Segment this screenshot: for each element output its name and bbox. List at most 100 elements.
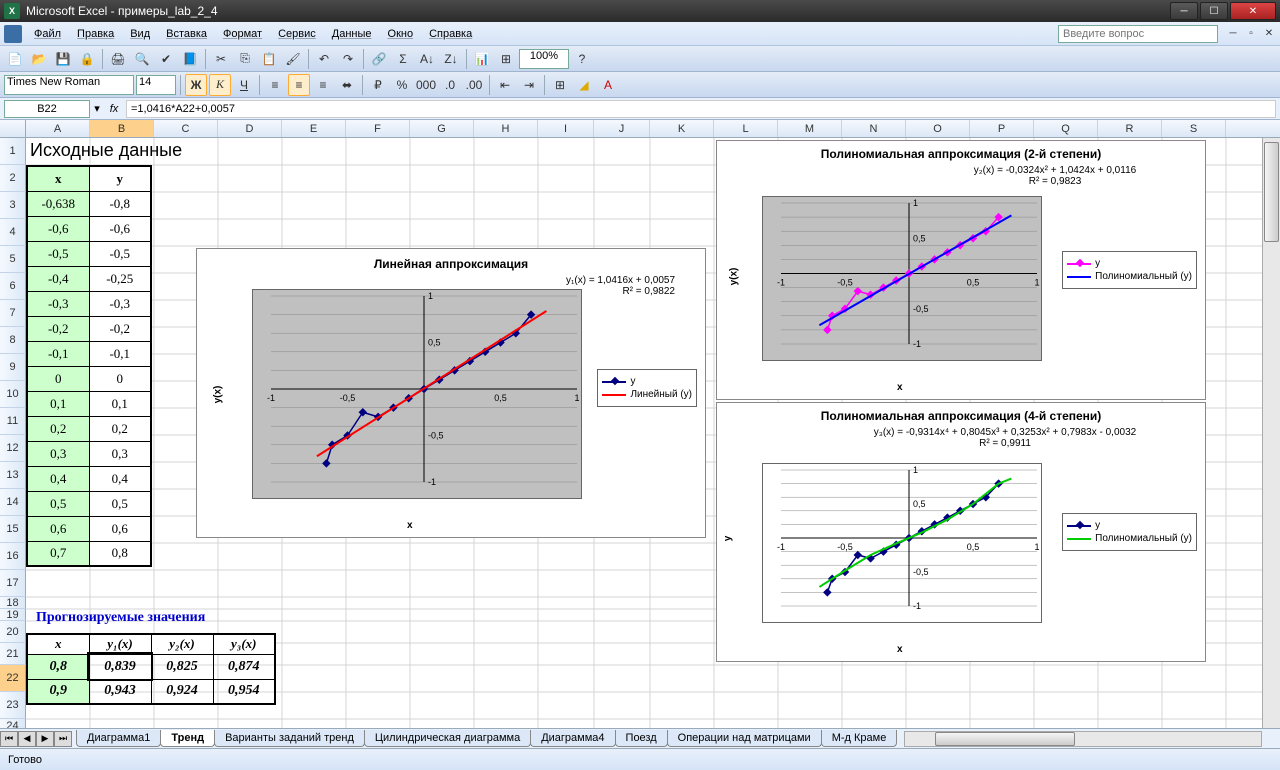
align-left-icon[interactable]: ≡	[264, 74, 286, 96]
col-header-L[interactable]: L	[714, 120, 778, 137]
menu-Справка[interactable]: Справка	[421, 25, 480, 43]
col-header-C[interactable]: C	[154, 120, 218, 137]
align-right-icon[interactable]: ≡	[312, 74, 334, 96]
open-icon[interactable]: 📂	[28, 48, 50, 70]
tab-first-button[interactable]: ⏮	[0, 731, 18, 747]
row-header-6[interactable]: 6	[0, 273, 26, 300]
sort-desc-icon[interactable]: Z↓	[440, 48, 462, 70]
row-header-15[interactable]: 15	[0, 516, 26, 543]
dec-decimal-icon[interactable]: .00	[463, 74, 485, 96]
menu-Файл[interactable]: Файл	[26, 25, 69, 43]
row-header-11[interactable]: 11	[0, 408, 26, 435]
col-header-Q[interactable]: Q	[1034, 120, 1098, 137]
menu-Окно[interactable]: Окно	[380, 25, 422, 43]
sheet-tab-Диаграмма1[interactable]: Диаграмма1	[76, 730, 161, 747]
borders-icon[interactable]: ⊞	[549, 74, 571, 96]
menu-Данные[interactable]: Данные	[324, 25, 380, 43]
menu-Вставка[interactable]: Вставка	[158, 25, 215, 43]
col-header-I[interactable]: I	[538, 120, 594, 137]
row-header-13[interactable]: 13	[0, 462, 26, 489]
row-header-19[interactable]: 19	[0, 609, 26, 621]
row-header-4[interactable]: 4	[0, 219, 26, 246]
chart-poly4[interactable]: Полиномиальная аппроксимация (4-й степен…	[716, 402, 1206, 662]
doc-close-button[interactable]: ✕	[1262, 27, 1276, 41]
currency-icon[interactable]: ₽	[367, 74, 389, 96]
tab-prev-button[interactable]: ◀	[18, 731, 36, 747]
sheet-tab-Операции над матрицами[interactable]: Операции над матрицами	[667, 730, 822, 747]
permission-icon[interactable]: 🔒	[76, 48, 98, 70]
col-header-A[interactable]: A	[26, 120, 90, 137]
col-header-D[interactable]: D	[218, 120, 282, 137]
inc-decimal-icon[interactable]: .0	[439, 74, 461, 96]
col-header-P[interactable]: P	[970, 120, 1034, 137]
sheet-tab-Варианты заданий тренд[interactable]: Варианты заданий тренд	[214, 730, 365, 747]
row-header-9[interactable]: 9	[0, 354, 26, 381]
row-header-3[interactable]: 3	[0, 192, 26, 219]
col-header-G[interactable]: G	[410, 120, 474, 137]
row-header-7[interactable]: 7	[0, 300, 26, 327]
help-icon[interactable]: ?	[571, 48, 593, 70]
row-header-17[interactable]: 17	[0, 570, 26, 597]
col-header-M[interactable]: M	[778, 120, 842, 137]
font-combo[interactable]: Times New Roman	[4, 75, 134, 95]
menu-Сервис[interactable]: Сервис	[270, 25, 324, 43]
col-header-N[interactable]: N	[842, 120, 906, 137]
sheet-tab-Диаграмма4[interactable]: Диаграмма4	[530, 730, 615, 747]
autosum-icon[interactable]: Σ	[392, 48, 414, 70]
menu-Формат[interactable]: Формат	[215, 25, 270, 43]
row-header-21[interactable]: 21	[0, 643, 26, 665]
row-header-22[interactable]: 22	[0, 665, 26, 692]
sheet-tab-Поезд[interactable]: Поезд	[615, 730, 668, 747]
underline-button[interactable]: Ч	[233, 74, 255, 96]
vertical-scrollbar[interactable]	[1262, 138, 1280, 735]
italic-button[interactable]: К	[209, 74, 231, 96]
select-all-corner[interactable]	[0, 120, 26, 137]
comma-icon[interactable]: 000	[415, 74, 437, 96]
row-header-20[interactable]: 20	[0, 621, 26, 643]
preview-icon[interactable]: 🔍	[131, 48, 153, 70]
percent-icon[interactable]: %	[391, 74, 413, 96]
save-icon[interactable]: 💾	[52, 48, 74, 70]
chart-wizard-icon[interactable]: 📊	[471, 48, 493, 70]
close-button[interactable]: ✕	[1230, 2, 1276, 20]
fill-color-icon[interactable]: ◢	[573, 74, 595, 96]
sheet-tab-Цилиндрическая диаграмма[interactable]: Цилиндрическая диаграмма	[364, 730, 531, 747]
col-header-B[interactable]: B	[90, 120, 154, 137]
zoom-combo[interactable]: 100%	[519, 49, 569, 69]
worksheet-grid[interactable]: ABCDEFGHIJKLMNOPQRS 12345678910111213141…	[0, 120, 1280, 735]
row-header-16[interactable]: 16	[0, 543, 26, 570]
new-icon[interactable]: 📄	[4, 48, 26, 70]
tab-next-button[interactable]: ▶	[36, 731, 54, 747]
chart-linear[interactable]: Линейная аппроксимация y₁(x) = 1,0416x +…	[196, 248, 706, 538]
horizontal-scrollbar[interactable]	[904, 731, 1262, 747]
col-header-F[interactable]: F	[346, 120, 410, 137]
paste-icon[interactable]: 📋	[258, 48, 280, 70]
bold-button[interactable]: Ж	[185, 74, 207, 96]
font-color-icon[interactable]: A	[597, 74, 619, 96]
research-icon[interactable]: 📘	[179, 48, 201, 70]
formula-input[interactable]: =1,0416*A22+0,0057	[126, 100, 1276, 118]
sort-asc-icon[interactable]: A↓	[416, 48, 438, 70]
col-header-O[interactable]: O	[906, 120, 970, 137]
cut-icon[interactable]: ✂	[210, 48, 232, 70]
col-header-E[interactable]: E	[282, 120, 346, 137]
spell-icon[interactable]: ✔	[155, 48, 177, 70]
maximize-button[interactable]: ☐	[1200, 2, 1228, 20]
row-header-18[interactable]: 18	[0, 597, 26, 609]
col-header-H[interactable]: H	[474, 120, 538, 137]
align-center-icon[interactable]: ≡	[288, 74, 310, 96]
redo-icon[interactable]: ↷	[337, 48, 359, 70]
row-header-2[interactable]: 2	[0, 165, 26, 192]
row-header-14[interactable]: 14	[0, 489, 26, 516]
chart-poly2[interactable]: Полиномиальная аппроксимация (2-й степен…	[716, 140, 1206, 400]
name-box[interactable]: B22	[4, 100, 90, 118]
control-menu-icon[interactable]	[4, 25, 22, 43]
col-header-K[interactable]: K	[650, 120, 714, 137]
row-header-8[interactable]: 8	[0, 327, 26, 354]
menu-Правка[interactable]: Правка	[69, 25, 122, 43]
undo-icon[interactable]: ↶	[313, 48, 335, 70]
print-icon[interactable]: 🖨	[107, 48, 129, 70]
row-header-1[interactable]: 1	[0, 138, 26, 165]
row-header-23[interactable]: 23	[0, 692, 26, 719]
doc-restore-button[interactable]: ▫	[1244, 27, 1258, 41]
